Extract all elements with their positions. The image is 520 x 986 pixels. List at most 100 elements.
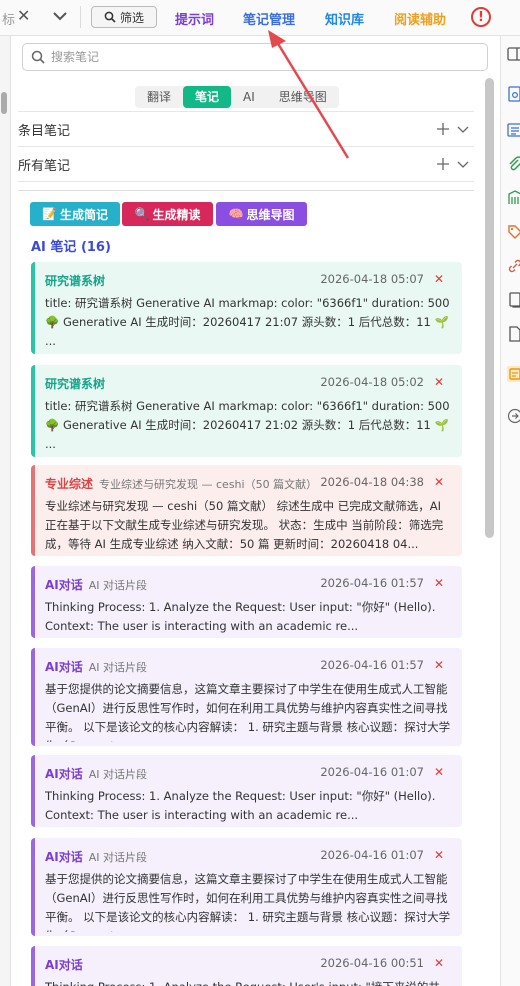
tab-translate[interactable]: 翻译 bbox=[135, 86, 183, 108]
generate-brief-button[interactable]: 📝 生成简记 bbox=[30, 202, 120, 226]
card-header: AI对话 2026-04-16 00:51 ✕ bbox=[45, 956, 452, 974]
card-subtitle: AI 对话片段 bbox=[88, 768, 148, 781]
search-icon bbox=[104, 11, 116, 23]
card-subtitle: 专业综述与研究发现 — ceshi（50 篇文献） bbox=[99, 478, 318, 491]
card-title: 专业综述 bbox=[45, 477, 94, 491]
collapse-arrow-icon[interactable] bbox=[507, 408, 520, 424]
tab-prompts[interactable]: 提示词 bbox=[175, 9, 214, 28]
close-icon[interactable]: ✕ bbox=[17, 6, 30, 25]
ai-notes-heading: AI 笔记 (16) bbox=[31, 240, 111, 255]
delete-icon[interactable]: ✕ bbox=[434, 765, 444, 779]
card-subtitle: AI 对话片段 bbox=[88, 851, 148, 864]
link-icon[interactable] bbox=[507, 258, 520, 274]
note-card[interactable]: AI对话 2026-04-16 00:51 ✕ Thinking Process: 1… bbox=[31, 946, 462, 986]
card-body: title: 研究谱系树 Generative AI markmap: colo… bbox=[45, 399, 450, 451]
note-card[interactable]: 研究谱系树 2026-04-18 05:02 ✕ title: 研究谱系树 Gener… bbox=[31, 365, 462, 457]
section-all-notes[interactable]: 所有笔记 bbox=[18, 148, 474, 182]
card-timestamp: 2026-04-16 00:51 bbox=[320, 956, 424, 970]
page-icon[interactable] bbox=[507, 326, 520, 342]
card-body: 专业综述与研究发现 — ceshi（50 篇文献） 综述生成中 已完成文献筛选，… bbox=[45, 499, 444, 551]
tab-knowledge-base[interactable]: 知识库 bbox=[325, 9, 364, 28]
resize-handle[interactable] bbox=[1, 92, 7, 114]
section-item-notes[interactable]: 条目笔记 bbox=[18, 113, 474, 147]
card-title: AI对话 bbox=[45, 958, 83, 972]
note-panel-icon[interactable] bbox=[507, 366, 520, 382]
card-title: AI对话 bbox=[45, 850, 83, 864]
top-toolbar: 标 ✕ 筛选 提示词 笔记管理 知识库 阅读辅助 ! bbox=[0, 0, 520, 36]
delete-icon[interactable]: ✕ bbox=[434, 375, 444, 389]
tab-notes[interactable]: 笔记 bbox=[183, 86, 232, 108]
card-timestamp: 2026-04-18 04:38 bbox=[320, 475, 424, 489]
card-title: AI对话 bbox=[45, 660, 83, 674]
mindmap-button[interactable]: 🧠 思维导图 bbox=[216, 202, 307, 226]
card-body: Thinking Process: 1. Analyze the Request… bbox=[45, 789, 436, 822]
delete-icon[interactable]: ✕ bbox=[434, 272, 444, 286]
card-subtitle: AI 对话片段 bbox=[88, 579, 148, 592]
card-subtitle: AI 对话片段 bbox=[88, 661, 148, 674]
magnifier-icon: 🔍 bbox=[134, 207, 150, 221]
delete-icon[interactable]: ✕ bbox=[434, 956, 444, 970]
chevron-down-icon[interactable] bbox=[456, 157, 470, 171]
chevron-down-icon[interactable] bbox=[456, 122, 470, 136]
card-header: AI对话 AI 对话片段 2026-04-16 01:07 ✕ bbox=[45, 848, 452, 866]
add-icon[interactable] bbox=[436, 157, 450, 171]
card-header: AI对话 AI 对话片段 2026-04-16 01:07 ✕ bbox=[45, 765, 452, 783]
right-sidebar bbox=[500, 36, 520, 986]
card-body: Thinking Process: 1. Analyze the Request… bbox=[45, 978, 452, 986]
delete-icon[interactable]: ✕ bbox=[434, 658, 444, 672]
card-timestamp: 2026-04-16 01:57 bbox=[320, 576, 424, 590]
card-header: 研究谱系树 2026-04-18 05:02 ✕ bbox=[45, 375, 452, 393]
card-timestamp: 2026-04-16 01:07 bbox=[320, 848, 424, 862]
card-timestamp: 2026-04-16 01:07 bbox=[320, 765, 424, 779]
card-title: 研究谱系树 bbox=[45, 377, 106, 391]
tab-mindmap[interactable]: 思维导图 bbox=[267, 86, 339, 108]
card-header: 研究谱系树 2026-04-18 05:07 ✕ bbox=[45, 272, 452, 290]
tag-icon[interactable] bbox=[507, 224, 520, 240]
card-body: 基于您提供的论文摘要信息，这篇文章主要探讨了中学生在使用生成式人工智能（GenA… bbox=[45, 682, 451, 742]
note-card[interactable]: AI对话 AI 对话片段 2026-04-16 01:57 ✕ 基于您提供的论文摘要信息… bbox=[31, 648, 462, 746]
filter-button[interactable]: 筛选 bbox=[91, 6, 157, 28]
note-type-tabs: 翻译 笔记 AI 思维导图 bbox=[18, 80, 474, 112]
search-icon bbox=[31, 50, 45, 64]
chevron-down-icon[interactable] bbox=[50, 6, 70, 26]
note-card[interactable]: 研究谱系树 2026-04-18 05:07 ✕ title: 研究谱系树 Gener… bbox=[31, 262, 462, 354]
card-header: 专业综述 专业综述与研究发现 — ceshi（50 篇文献） 2026-04-18 … bbox=[45, 475, 452, 493]
button-label: 生成简记 bbox=[59, 207, 108, 222]
warning-icon[interactable]: ! bbox=[471, 7, 491, 27]
generate-close-reading-button[interactable]: 🔍 生成精读 bbox=[122, 202, 213, 226]
card-timestamp: 2026-04-18 05:02 bbox=[320, 375, 424, 389]
attachment-icon[interactable] bbox=[507, 156, 520, 172]
note-card[interactable]: 专业综述 专业综述与研究发现 — ceshi（50 篇文献） 2026-04-18 … bbox=[31, 465, 462, 556]
section-title: 所有笔记 bbox=[18, 159, 71, 174]
notes-list-icon[interactable] bbox=[507, 122, 520, 138]
document-search-icon[interactable] bbox=[507, 86, 520, 102]
panel-layout-icon[interactable] bbox=[507, 46, 520, 62]
tab-stub[interactable]: 标 bbox=[2, 9, 15, 28]
card-timestamp: 2026-04-18 05:07 bbox=[320, 272, 424, 286]
scrollbar-thumb[interactable] bbox=[485, 78, 494, 538]
card-title: AI对话 bbox=[45, 578, 83, 592]
delete-icon[interactable]: ✕ bbox=[434, 475, 444, 489]
card-title: 研究谱系树 bbox=[45, 274, 106, 288]
note-card[interactable]: AI对话 AI 对话片段 2026-04-16 01:07 ✕ Thinking Pro… bbox=[31, 755, 462, 827]
add-icon[interactable] bbox=[436, 122, 450, 136]
tab-note-management[interactable]: 笔记管理 bbox=[243, 9, 295, 28]
divider bbox=[18, 190, 474, 191]
memo-icon: 📝 bbox=[42, 207, 57, 221]
section-title: 条目笔记 bbox=[18, 124, 71, 139]
card-body: Thinking Process: 1. Analyze the Request… bbox=[45, 600, 436, 633]
library-icon[interactable] bbox=[507, 190, 520, 206]
note-card[interactable]: AI对话 AI 对话片段 2026-04-16 01:57 ✕ Thinking Pro… bbox=[31, 566, 462, 638]
tab-ai[interactable]: AI bbox=[231, 86, 267, 108]
delete-icon[interactable]: ✕ bbox=[434, 576, 444, 590]
brain-icon: 🧠 bbox=[228, 207, 244, 221]
related-items-icon[interactable] bbox=[507, 292, 520, 308]
delete-icon[interactable]: ✕ bbox=[434, 848, 444, 862]
button-label: 思维导图 bbox=[246, 207, 295, 222]
note-card[interactable]: AI对话 AI 对话片段 2026-04-16 01:07 ✕ 基于您提供的论文摘要信息… bbox=[31, 838, 462, 936]
card-body: title: 研究谱系树 Generative AI markmap: colo… bbox=[45, 296, 450, 348]
card-header: AI对话 AI 对话片段 2026-04-16 01:57 ✕ bbox=[45, 658, 452, 676]
tab-reading-assist[interactable]: 阅读辅助 bbox=[394, 9, 446, 28]
note-search-box[interactable] bbox=[22, 43, 488, 71]
search-input[interactable] bbox=[51, 50, 451, 64]
